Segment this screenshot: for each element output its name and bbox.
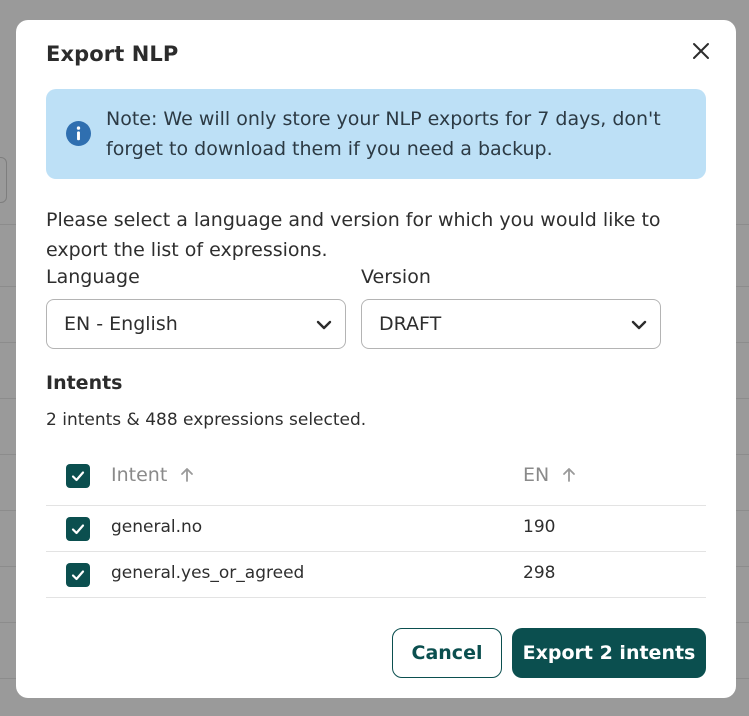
table-row[interactable]: general.yes_or_agreed 298 [46,552,706,598]
chevron-down-icon [631,320,647,330]
check-icon [71,570,85,581]
export-description: Please select a language and version for… [46,209,661,261]
table-header-row: Intent EN [46,452,706,506]
background-input [0,157,7,203]
version-select-value: DRAFT [379,313,442,335]
close-button[interactable] [688,38,714,64]
modal-title: Export NLP [46,42,179,66]
info-banner: Note: We will only store your NLP export… [46,89,706,179]
row-checkbox[interactable] [66,517,90,541]
language-select[interactable]: EN - English [46,299,346,349]
chevron-down-icon [316,320,332,330]
check-icon [71,524,85,535]
arrow-up-icon [181,468,194,482]
row-checkbox[interactable] [66,563,90,587]
intents-table: Intent EN general.no 190 general.yes_or_… [46,452,706,598]
check-icon [71,471,85,482]
language-select-value: EN - English [64,313,178,335]
info-note-text: Note: We will only store your NLP export… [106,108,661,160]
close-icon [693,43,709,59]
table-row[interactable]: general.no 190 [46,506,706,552]
select-all-checkbox[interactable] [66,464,90,488]
intent-name: general.no [111,517,203,537]
intents-section-title: Intents [46,372,123,394]
selection-summary: 2 intents & 488 expressions selected. [46,410,367,430]
cancel-button[interactable]: Cancel [392,628,502,678]
language-label: Language [46,266,140,288]
expression-count: 298 [523,563,556,583]
expression-count: 190 [523,517,556,537]
export-nlp-modal: Export NLP Note: We will only store your… [16,20,736,698]
version-label: Version [361,266,431,288]
en-column-header[interactable]: EN [523,464,577,486]
intent-column-header[interactable]: Intent [111,464,195,486]
arrow-up-icon [563,468,576,482]
info-icon [66,121,91,146]
version-select[interactable]: DRAFT [361,299,661,349]
en-column-label: EN [523,464,550,486]
export-button[interactable]: Export 2 intents [512,628,706,678]
intent-column-label: Intent [111,464,168,486]
intent-name: general.yes_or_agreed [111,563,305,583]
